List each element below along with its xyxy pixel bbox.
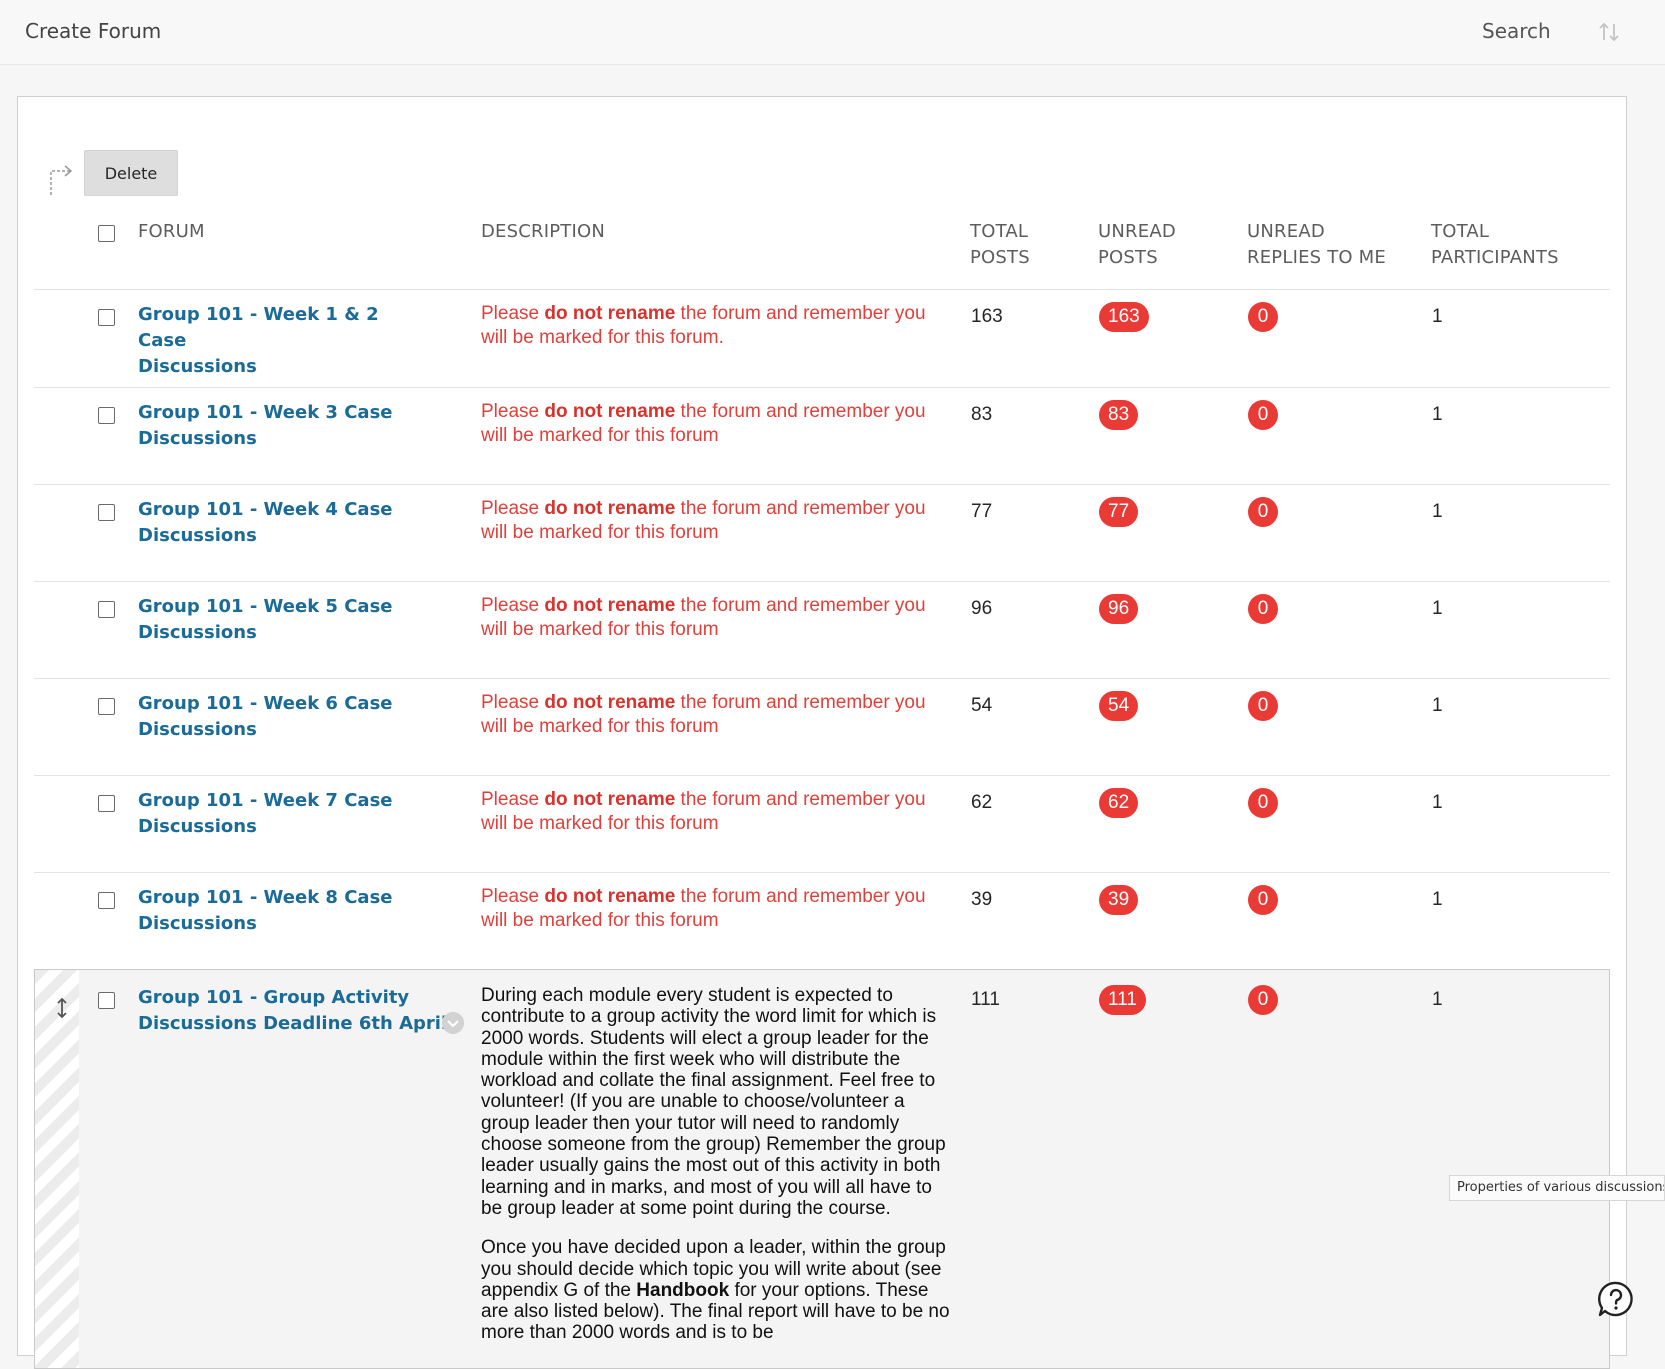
create-forum-button[interactable]: Create Forum [25,19,161,43]
unread-posts-badge[interactable]: 111 [1099,985,1146,1015]
unread-posts-badge[interactable]: 62 [1099,788,1139,818]
header-total-posts[interactable]: TOTAL POSTS [970,219,1030,271]
divider [34,484,1610,485]
row-checkbox[interactable] [98,892,115,909]
total-posts: 163 [971,306,1003,327]
unread-replies-badge[interactable]: 0 [1248,985,1278,1015]
total-posts: 39 [971,889,993,910]
action-arrow-icon [50,165,73,195]
forum-description: Please do not rename the forum and remem… [481,303,926,348]
unread-replies-badge[interactable]: 0 [1248,691,1278,721]
row-checkbox[interactable] [98,698,115,715]
header-description: DESCRIPTION [481,221,606,242]
total-participants: 1 [1432,501,1443,522]
total-participants: 1 [1432,404,1443,425]
total-posts: 111 [971,989,1000,1010]
forum-description: Please do not rename the forum and remem… [481,692,926,737]
forum-description: Please do not rename the forum and remem… [481,498,926,543]
row-checkbox[interactable] [98,309,115,326]
forum-link[interactable]: Group 101 - Week 3 Case Discussions [138,400,428,452]
total-participants: 1 [1432,889,1443,910]
forum-link[interactable]: Group 101 - Week 1 & 2 Case Discussions [138,302,428,380]
header-forum[interactable]: FORUM [138,219,205,245]
divider [34,872,1610,873]
unread-replies-badge[interactable]: 0 [1248,885,1278,915]
forum-link[interactable]: Group 101 - Week 4 Case Discussions [138,497,428,549]
total-participants: 1 [1432,695,1443,716]
total-participants: 1 [1432,792,1443,813]
divider [34,678,1610,679]
top-bar: Create Forum Search [0,0,1665,65]
row-checkbox[interactable] [98,601,115,618]
forum-list-panel: Delete FORUM DESCRIPTION TOTAL POSTS UNRE… [17,96,1627,1369]
row-checkbox[interactable] [98,504,115,521]
select-all-checkbox[interactable] [98,225,115,242]
unread-replies-badge[interactable]: 0 [1248,302,1278,332]
forum-description: During each module every student is expe… [481,985,950,1344]
help-chat-icon[interactable] [1597,1280,1635,1318]
forum-link[interactable]: Group 101 - Group Activity Discussions De… [138,985,468,1037]
divider [34,289,1610,290]
forum-link[interactable]: Group 101 - Week 5 Case Discussions [138,594,428,646]
unread-posts-badge[interactable]: 83 [1099,400,1139,430]
divider [34,387,1610,388]
total-posts: 77 [971,501,993,522]
header-total-participants[interactable]: TOTAL PARTICIPANTS [1431,219,1559,271]
forum-description: Please do not rename the forum and remem… [481,595,926,640]
header-unread-posts[interactable]: UNREAD POSTS [1098,219,1176,271]
unread-posts-badge[interactable]: 96 [1099,594,1139,624]
unread-replies-badge[interactable]: 0 [1248,497,1278,527]
chevron-down-icon[interactable] [442,1012,464,1034]
drag-handle-icon[interactable] [54,996,70,1020]
total-participants: 1 [1432,989,1443,1010]
unread-posts-badge[interactable]: 163 [1099,302,1149,332]
unread-posts-badge[interactable]: 77 [1099,497,1139,527]
table-row-highlighted[interactable]: Group 101 - Group Activity Discussions De… [34,969,1610,1369]
forum-link[interactable]: Group 101 - Week 8 Case Discussions [138,885,428,937]
unread-posts-badge[interactable]: 39 [1099,885,1139,915]
unread-replies-badge[interactable]: 0 [1248,400,1278,430]
unread-replies-badge[interactable]: 0 [1248,788,1278,818]
header-unread-replies[interactable]: UNREAD REPLIES TO ME [1247,219,1386,271]
forum-link[interactable]: Group 101 - Week 6 Case Discussions [138,691,428,743]
sort-arrows-icon[interactable] [1598,20,1620,44]
forum-description: Please do not rename the forum and remem… [481,886,926,931]
unread-posts-badge[interactable]: 54 [1099,691,1139,721]
delete-button[interactable]: Delete [84,150,178,196]
total-posts: 54 [971,695,993,716]
forum-description: Please do not rename the forum and remem… [481,401,926,446]
search-button[interactable]: Search [1482,19,1551,43]
forum-link[interactable]: Group 101 - Week 7 Case Discussions [138,788,428,840]
total-posts: 62 [971,792,993,813]
total-participants: 1 [1432,598,1443,619]
total-posts: 96 [971,598,993,619]
row-checkbox[interactable] [98,407,115,424]
divider [34,775,1610,776]
tooltip: Properties of various discussions [1449,1175,1665,1201]
total-participants: 1 [1432,306,1443,327]
divider [34,581,1610,582]
row-checkbox[interactable] [98,992,115,1009]
unread-replies-badge[interactable]: 0 [1248,594,1278,624]
drag-stripe [35,970,79,1368]
row-checkbox[interactable] [98,795,115,812]
forum-description: Please do not rename the forum and remem… [481,789,926,834]
total-posts: 83 [971,404,993,425]
